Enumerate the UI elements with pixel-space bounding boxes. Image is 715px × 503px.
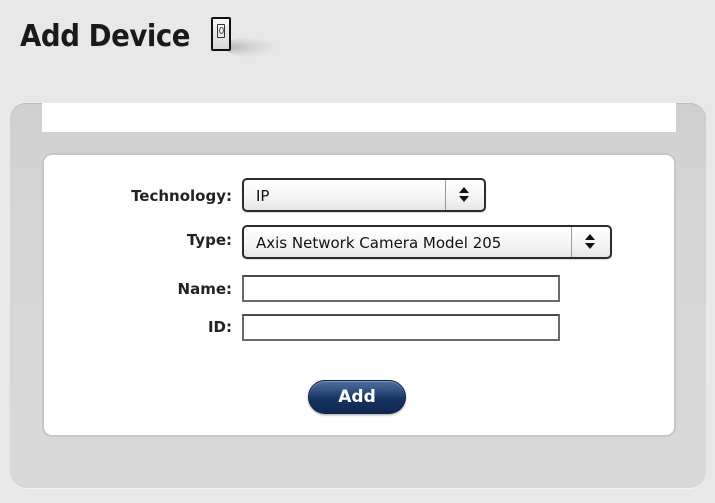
id-label: ID: (207, 318, 232, 336)
chevron-up-icon (459, 187, 469, 193)
select-stepper-icon (571, 227, 610, 257)
technology-selected-value: IP (256, 187, 270, 205)
technology-label: Technology: (131, 187, 232, 205)
chevron-up-icon (585, 234, 595, 240)
mobile-device-icon (210, 17, 273, 57)
page-title: Add Device (20, 18, 191, 54)
name-field[interactable] (242, 275, 560, 302)
device-screen (216, 24, 225, 38)
icon-shadow (224, 37, 273, 57)
name-label: Name: (177, 280, 232, 298)
technology-select[interactable]: IP (242, 178, 486, 212)
add-button[interactable]: Add (308, 380, 406, 414)
select-stepper-icon (445, 180, 484, 210)
device-body (210, 17, 231, 51)
chevron-down-icon (585, 243, 595, 249)
page-header: Add Device (20, 14, 273, 58)
panel-top-strip (42, 103, 676, 132)
chevron-down-icon (459, 196, 469, 202)
id-field[interactable] (242, 314, 560, 341)
type-label: Type: (186, 231, 232, 249)
type-select[interactable]: Axis Network Camera Model 205 (242, 225, 612, 259)
type-selected-value: Axis Network Camera Model 205 (256, 234, 502, 252)
